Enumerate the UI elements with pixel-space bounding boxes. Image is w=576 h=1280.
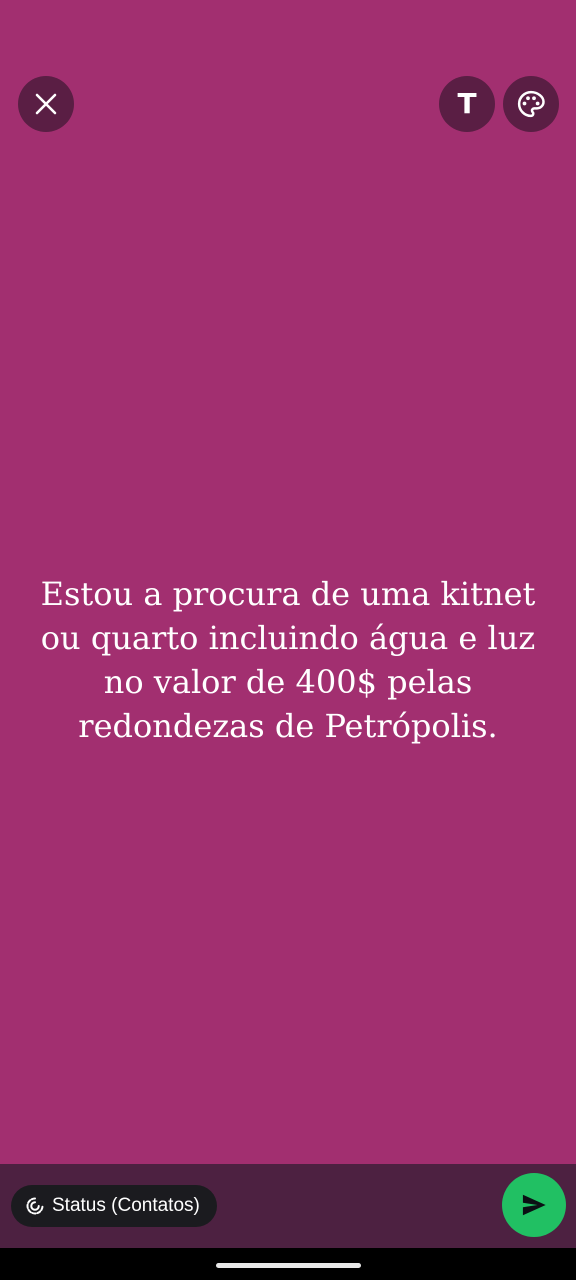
palette-icon [517, 90, 545, 118]
status-audience-label: Status (Contatos) [52, 1195, 200, 1216]
status-audience-selector[interactable]: Status (Contatos) [11, 1185, 217, 1227]
close-button[interactable] [18, 76, 74, 132]
close-icon [35, 93, 57, 115]
text-font-icon: T [457, 87, 477, 120]
color-palette-button[interactable] [503, 76, 559, 132]
send-icon [522, 1194, 546, 1216]
system-navigation-bar [0, 1248, 576, 1280]
status-text-canvas[interactable]: T Estou a procura de uma kitnet ou quart… [0, 0, 576, 1164]
send-button[interactable] [502, 1173, 566, 1237]
home-indicator[interactable] [216, 1263, 361, 1268]
bottom-bar: Status (Contatos) [0, 1164, 576, 1248]
font-style-button[interactable]: T [439, 76, 495, 132]
status-ring-icon [26, 1197, 44, 1215]
status-text-content[interactable]: Estou a procura de uma kitnet ou quarto … [40, 572, 536, 748]
